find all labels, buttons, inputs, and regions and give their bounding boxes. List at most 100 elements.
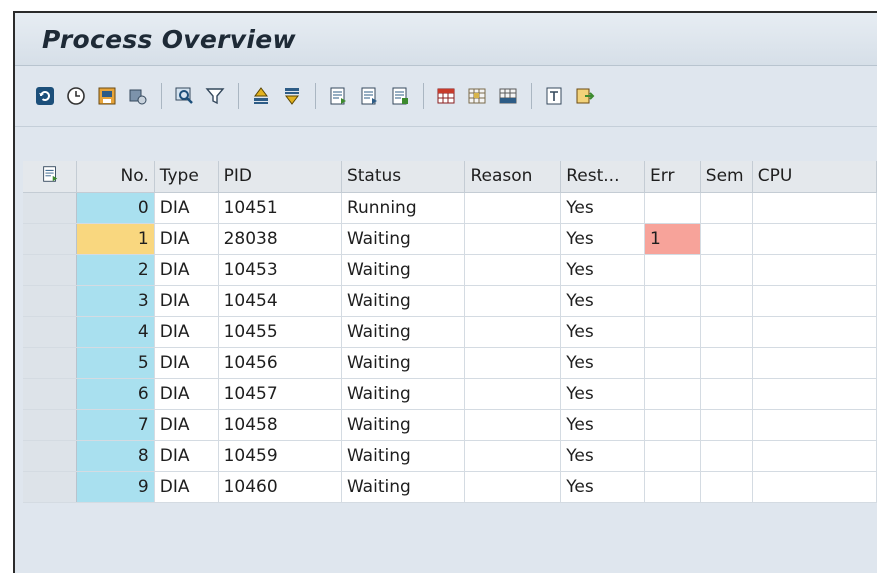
cell-type[interactable]: DIA	[154, 285, 219, 317]
cell-cpu[interactable]	[752, 285, 877, 317]
column-header-pid[interactable]: PID	[218, 161, 342, 193]
cell-sem[interactable]	[700, 254, 753, 286]
cell-reason[interactable]	[464, 440, 562, 472]
cell-restart[interactable]: Yes	[560, 409, 646, 441]
cell-status[interactable]: Waiting	[341, 440, 466, 472]
cell-restart[interactable]: Yes	[560, 285, 646, 317]
spreadsheet-icon[interactable]	[542, 84, 566, 108]
cell-status[interactable]: Waiting	[341, 471, 466, 503]
row-selector[interactable]	[23, 192, 78, 224]
cell-status[interactable]: Waiting	[341, 223, 466, 255]
column-header-reason[interactable]: Reason	[464, 161, 562, 193]
cell-status[interactable]: Waiting	[341, 285, 466, 317]
table-row[interactable]: 3 DIA 10454 Waiting Yes	[23, 285, 877, 317]
cell-err[interactable]	[644, 347, 701, 379]
cell-no[interactable]: 6	[76, 378, 155, 410]
cell-err[interactable]	[644, 316, 701, 348]
clock-icon[interactable]	[64, 84, 88, 108]
cell-sem[interactable]	[700, 440, 753, 472]
cell-type[interactable]: DIA	[154, 440, 219, 472]
cell-err[interactable]	[644, 192, 701, 224]
cell-no[interactable]: 9	[76, 471, 155, 503]
cell-reason[interactable]	[464, 378, 562, 410]
table-row[interactable]: 0 DIA 10451 Running Yes	[23, 192, 877, 224]
cell-no[interactable]: 0	[76, 192, 155, 224]
table-row[interactable]: 9 DIA 10460 Waiting Yes	[23, 471, 877, 503]
grid-select-icon[interactable]	[496, 84, 520, 108]
sort-ascending-icon[interactable]	[249, 84, 273, 108]
cell-err[interactable]	[644, 440, 701, 472]
cell-cpu[interactable]	[752, 440, 877, 472]
details-export-icon[interactable]	[388, 84, 412, 108]
select-all-button[interactable]	[23, 161, 78, 193]
cell-cpu[interactable]	[752, 471, 877, 503]
cell-sem[interactable]	[700, 378, 753, 410]
row-selector[interactable]	[23, 285, 78, 317]
refresh-icon[interactable]	[33, 84, 57, 108]
cell-cpu[interactable]	[752, 192, 877, 224]
cell-pid[interactable]: 10456	[218, 347, 342, 379]
cell-reason[interactable]	[464, 254, 562, 286]
cell-type[interactable]: DIA	[154, 471, 219, 503]
cell-no[interactable]: 2	[76, 254, 155, 286]
cell-pid[interactable]: 10460	[218, 471, 342, 503]
row-selector[interactable]	[23, 440, 78, 472]
table-row[interactable]: 5 DIA 10456 Waiting Yes	[23, 347, 877, 379]
cell-cpu[interactable]	[752, 378, 877, 410]
cell-cpu[interactable]	[752, 254, 877, 286]
save-layout-icon[interactable]	[95, 84, 119, 108]
cell-sem[interactable]	[700, 409, 753, 441]
cell-cpu[interactable]	[752, 347, 877, 379]
table-row[interactable]: 2 DIA 10453 Waiting Yes	[23, 254, 877, 286]
cell-err[interactable]	[644, 378, 701, 410]
cell-type[interactable]: DIA	[154, 254, 219, 286]
column-header-cpu[interactable]: CPU	[752, 161, 877, 193]
cell-err[interactable]	[644, 471, 701, 503]
cell-type[interactable]: DIA	[154, 192, 219, 224]
cell-sem[interactable]	[700, 285, 753, 317]
row-selector[interactable]	[23, 223, 78, 255]
row-selector[interactable]	[23, 409, 78, 441]
grid-edit-icon[interactable]	[465, 84, 489, 108]
cell-pid[interactable]: 10458	[218, 409, 342, 441]
cell-status[interactable]: Waiting	[341, 316, 466, 348]
cell-cpu[interactable]	[752, 409, 877, 441]
table-row[interactable]: 1 DIA 28038 Waiting Yes 1	[23, 223, 877, 255]
details-icon[interactable]	[326, 84, 350, 108]
row-selector[interactable]	[23, 347, 78, 379]
cell-status[interactable]: Waiting	[341, 254, 466, 286]
cell-sem[interactable]	[700, 192, 753, 224]
cell-pid[interactable]: 10453	[218, 254, 342, 286]
cell-status[interactable]: Waiting	[341, 347, 466, 379]
cell-reason[interactable]	[464, 316, 562, 348]
cell-cpu[interactable]	[752, 316, 877, 348]
cell-pid[interactable]: 10455	[218, 316, 342, 348]
cell-reason[interactable]	[464, 409, 562, 441]
cell-type[interactable]: DIA	[154, 316, 219, 348]
cell-pid[interactable]: 10451	[218, 192, 342, 224]
cell-err[interactable]	[644, 254, 701, 286]
column-header-status[interactable]: Status	[341, 161, 466, 193]
cell-type[interactable]: DIA	[154, 347, 219, 379]
cell-reason[interactable]	[464, 192, 562, 224]
cell-no[interactable]: 3	[76, 285, 155, 317]
cell-restart[interactable]: Yes	[560, 316, 646, 348]
cell-status[interactable]: Waiting	[341, 378, 466, 410]
row-selector[interactable]	[23, 316, 78, 348]
row-selector[interactable]	[23, 471, 78, 503]
row-selector[interactable]	[23, 254, 78, 286]
cell-sem[interactable]	[700, 316, 753, 348]
cell-err[interactable]	[644, 409, 701, 441]
table-row[interactable]: 4 DIA 10455 Waiting Yes	[23, 316, 877, 348]
cell-no[interactable]: 4	[76, 316, 155, 348]
column-header-err[interactable]: Err	[644, 161, 701, 193]
cell-reason[interactable]	[464, 347, 562, 379]
sort-descending-icon[interactable]	[280, 84, 304, 108]
cell-pid[interactable]: 10457	[218, 378, 342, 410]
row-selector[interactable]	[23, 378, 78, 410]
table-row[interactable]: 7 DIA 10458 Waiting Yes	[23, 409, 877, 441]
cell-no[interactable]: 8	[76, 440, 155, 472]
find-icon[interactable]	[172, 84, 196, 108]
cell-restart[interactable]: Yes	[560, 347, 646, 379]
cell-type[interactable]: DIA	[154, 223, 219, 255]
